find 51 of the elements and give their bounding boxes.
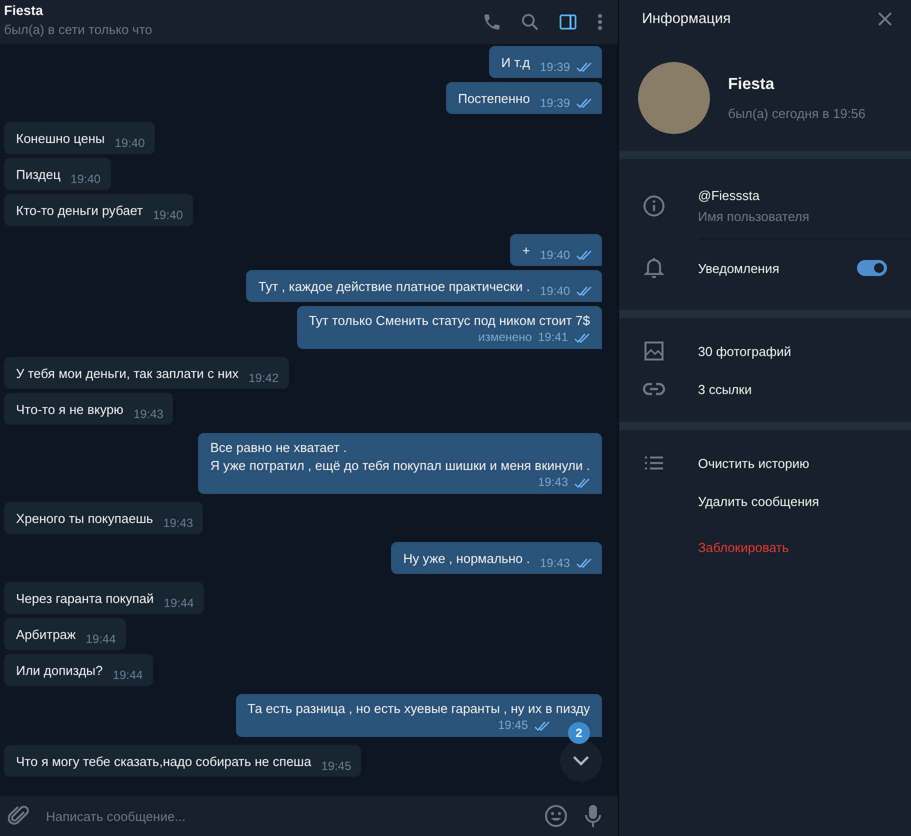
message-time: 19:43 [133, 407, 164, 421]
message-text: Хреного ты покупаешь [16, 510, 154, 528]
message-text: Ну уже , нормально . [403, 550, 530, 568]
action-link[interactable]: Очистить историю [698, 456, 810, 470]
message-text: Или допизды? [16, 662, 103, 680]
message-time: 19:44 [164, 596, 194, 610]
message-time: 19:44 [112, 668, 143, 682]
message-time: 19:40 [114, 136, 145, 150]
message-text: Та есть разница , но есть хуевые гаранты , ну их в пизду [248, 700, 590, 718]
message-text: Через гаранта покупай [16, 590, 154, 608]
panel-title: Информация [642, 11, 731, 27]
message-text: У тебя мои деньги, так заплати с них [16, 365, 239, 383]
message-time: 19:40 [540, 248, 570, 262]
message-text: Все равно не хватает . Я уже потратил , ещё до тебя покупал шишки и меня вкинули . [210, 439, 590, 475]
message-time: 19:40 [70, 172, 101, 186]
notifications-label: Уведомления [698, 260, 780, 276]
message-text: + [522, 242, 530, 260]
chat-title: Fiesta [4, 3, 44, 18]
edited-label: изменено [478, 330, 532, 345]
message-text: Что-то я не вкурю [16, 401, 124, 419]
profile-status: был(а) сегодня в 19:56 [728, 106, 866, 120]
action-link[interactable]: Удалить сообщения [698, 494, 820, 508]
message-text: Тут только Сменить статус под ником стоит 7$ [308, 312, 590, 330]
message-time: 19:40 [540, 284, 570, 298]
message-time: 19:39 [540, 60, 570, 74]
message-time: 19:42 [248, 371, 279, 385]
message-text: Кто-то деньги рубает [16, 202, 143, 220]
message-time: 19:39 [540, 96, 570, 110]
message-time: 19:40 [152, 208, 183, 222]
username-label: Имя пользователя [698, 209, 810, 224]
message-text: Тут , каждое действие платное практически . [258, 278, 530, 296]
message-time: 19:45 [498, 718, 528, 733]
message-time: 19:44 [86, 632, 116, 646]
action-link[interactable]: Заблокировать [698, 540, 789, 554]
message-time: 19:43 [538, 475, 568, 490]
message-input[interactable]: Написать сообщение... [38, 796, 536, 836]
message-text: Постепенно [458, 90, 530, 108]
message-time: 19:43 [163, 516, 194, 530]
message-text: Арбитраж [16, 626, 76, 644]
message-text: Конешно цены [16, 130, 105, 148]
media-link[interactable]: 3 ссылки [698, 382, 752, 396]
message-time: 19:43 [540, 556, 570, 570]
chat-status: был(а) в сети только что [4, 22, 154, 37]
media-link[interactable]: 30 фотографий [698, 344, 792, 358]
message-text: Пиздец [16, 166, 61, 184]
username: @Fiesssta [698, 188, 761, 203]
message-time: 19:45 [321, 759, 352, 773]
message-text: И т.д [501, 54, 530, 72]
message-time: 19:41 [538, 330, 568, 345]
message-text: Что я могу тебе сказать,надо собирать не спеша [16, 753, 312, 771]
profile-name: Fiesta [728, 76, 776, 94]
